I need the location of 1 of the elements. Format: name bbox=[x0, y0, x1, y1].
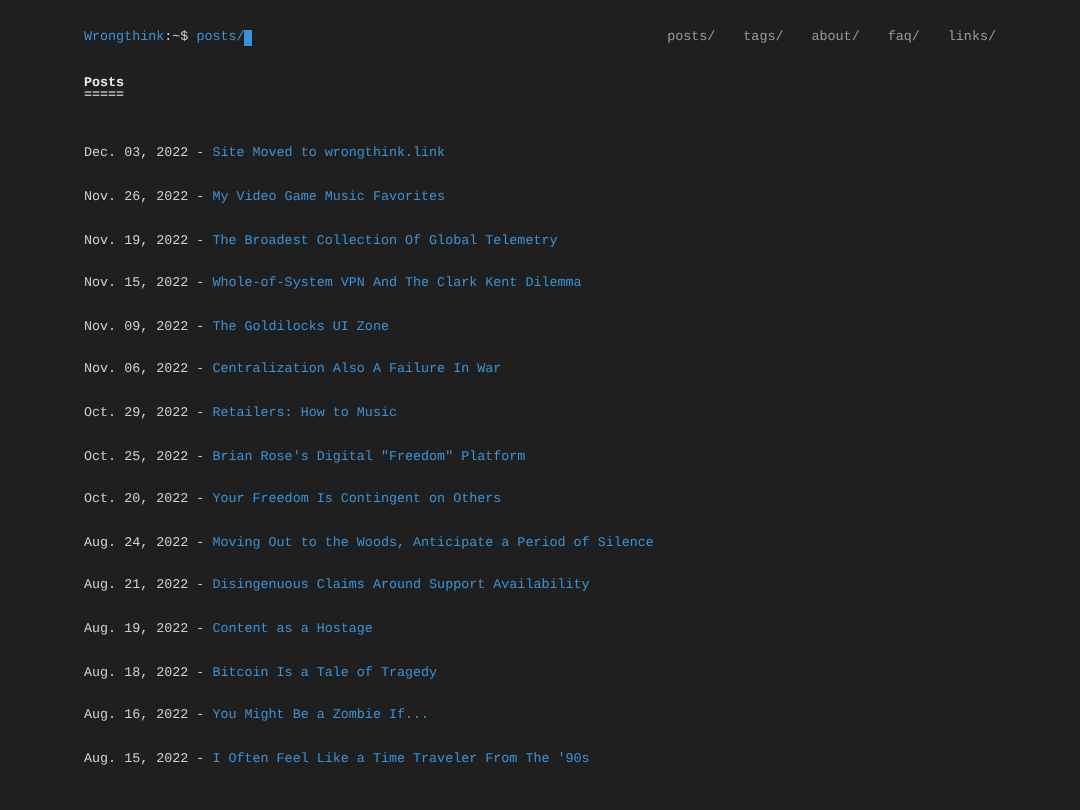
cursor-icon bbox=[244, 30, 253, 46]
